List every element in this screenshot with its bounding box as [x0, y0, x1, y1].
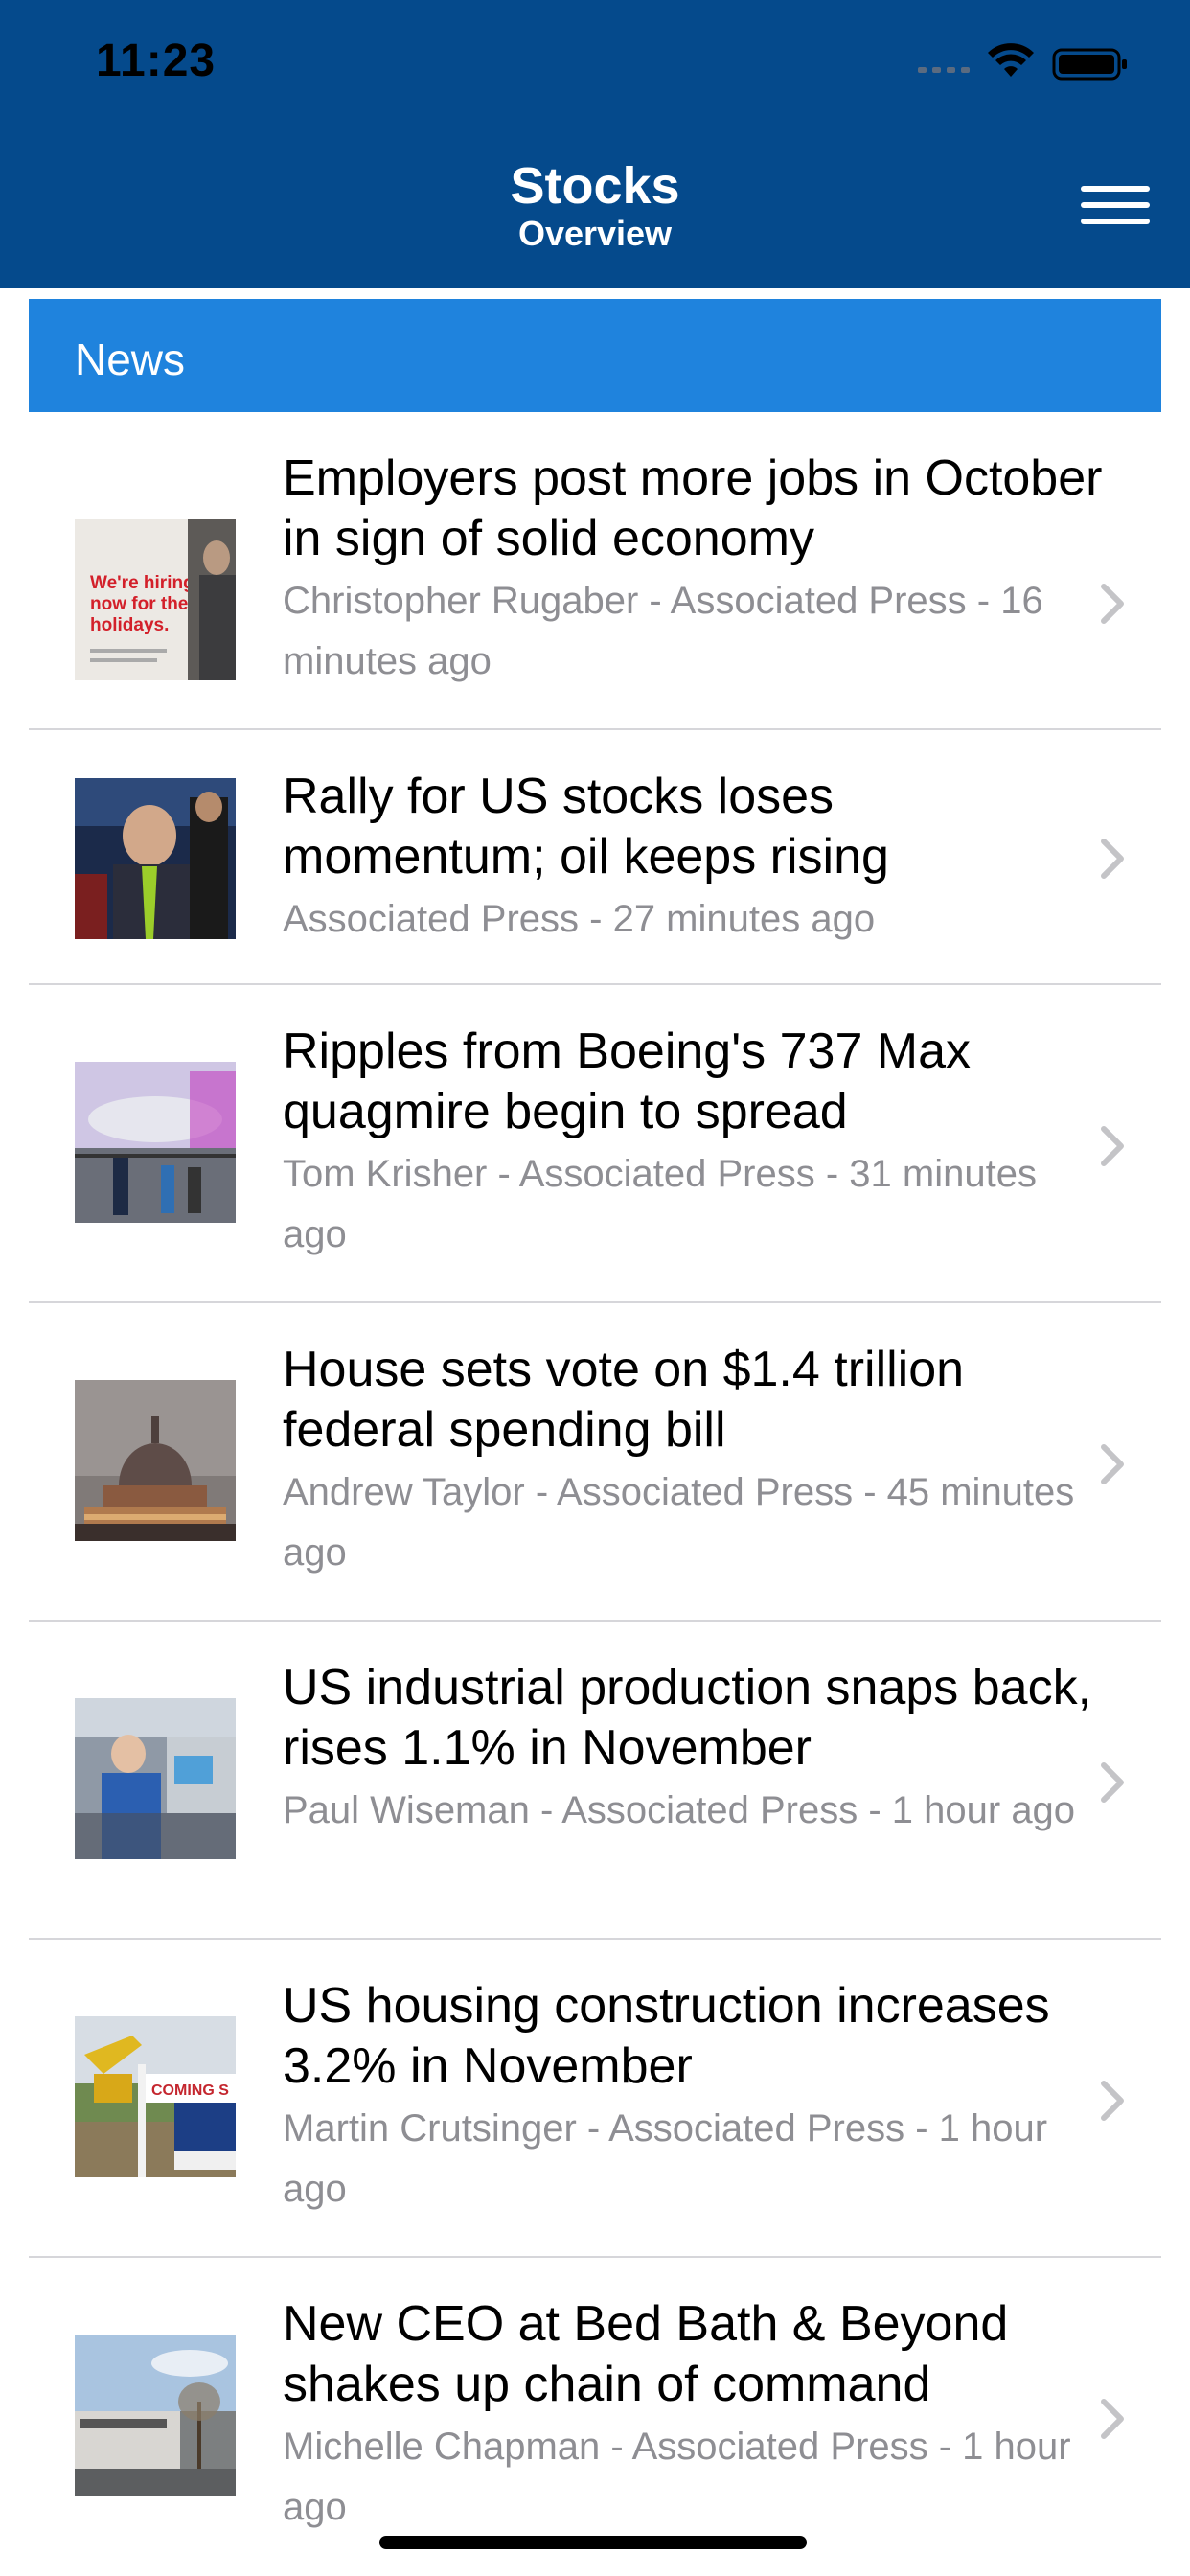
news-headline: Rally for US stocks loses momentum; oil … [283, 769, 889, 885]
news-item[interactable]: COMING S US housing construction increas… [29, 1940, 1161, 2258]
news-meta: Associated Press - 27 minutes ago [283, 898, 876, 940]
svg-text:now for the: now for the [90, 594, 188, 614]
capitol-dome-photo [75, 1380, 236, 1541]
news-section-header: News [29, 299, 1161, 412]
home-indicator[interactable] [379, 2536, 807, 2549]
news-meta: Christopher Rugaber - Associated Press -… [283, 580, 1043, 682]
news-item[interactable]: US industrial production snaps back, ris… [29, 1622, 1161, 1940]
chevron-right-icon [1101, 2081, 1124, 2121]
news-headline: New CEO at Bed Bath & Beyond shakes up c… [283, 2296, 1009, 2412]
news-text: Employers post more jobs in October in s… [283, 448, 1107, 692]
news-text: House sets vote on $1.4 trillion federal… [283, 1340, 1107, 1583]
hamburger-menu-icon[interactable] [1081, 180, 1156, 230]
hiring-sign-photo: We're hiring now for the holidays. [75, 519, 236, 680]
svg-text:COMING S: COMING S [151, 2082, 229, 2099]
chevron-right-icon [1101, 584, 1124, 624]
chevron-right-icon [1101, 839, 1124, 879]
news-headline: Ripples from Boeing's 737 Max quagmire b… [283, 1024, 972, 1139]
news-item[interactable]: Ripples from Boeing's 737 Max quagmire b… [29, 985, 1161, 1303]
news-text: New CEO at Bed Bath & Beyond shakes up c… [283, 2294, 1107, 2538]
battery-icon [1052, 48, 1127, 80]
news-text: Ripples from Boeing's 737 Max quagmire b… [283, 1022, 1107, 1265]
news-headline: US housing construction increases 3.2% i… [283, 1978, 1050, 2094]
chevron-right-icon [1101, 1126, 1124, 1166]
cellular-signal-icon [918, 67, 970, 73]
store-front-photo [75, 2334, 236, 2496]
construction-site-photo: COMING S [75, 2016, 236, 2177]
news-text: US industrial production snaps back, ris… [283, 1658, 1107, 1841]
svg-text:holidays.: holidays. [90, 615, 169, 635]
chevron-right-icon [1101, 1762, 1124, 1803]
status-time: 11:23 [96, 35, 217, 86]
page-title: Stocks [510, 157, 680, 215]
news-meta: Paul Wiseman - Associated Press - 1 hour… [283, 1789, 1076, 1831]
news-item[interactable]: Rally for US stocks loses momentum; oil … [29, 730, 1161, 985]
news-list: We're hiring now for the holidays. Emplo… [29, 412, 1161, 2576]
news-meta: Tom Krisher - Associated Press - 31 minu… [283, 1153, 1037, 1255]
news-meta: Martin Crutsinger - Associated Press - 1… [283, 2107, 1048, 2210]
section-title: News [75, 334, 186, 384]
chevron-right-icon [1101, 2399, 1124, 2439]
news-text: US housing construction increases 3.2% i… [283, 1976, 1107, 2220]
factory-worker-photo [75, 1698, 236, 1859]
news-item[interactable]: House sets vote on $1.4 trillion federal… [29, 1303, 1161, 1622]
page-subtitle: Overview [517, 214, 673, 253]
news-item[interactable]: We're hiring now for the holidays. Emplo… [29, 412, 1161, 730]
chevron-right-icon [1101, 1444, 1124, 1484]
stock-trader-photo [75, 778, 236, 939]
title-block: Stocks Overview [0, 157, 1190, 253]
news-headline: Employers post more jobs in October in s… [283, 450, 1103, 566]
navigation-header: 11:23 Stocks Overview [0, 0, 1190, 288]
news-text: Rally for US stocks loses momentum; oil … [283, 767, 1107, 950]
news-meta: Andrew Taylor - Associated Press - 45 mi… [283, 1471, 1075, 1574]
boeing-hangar-photo [75, 1062, 236, 1223]
news-meta: Michelle Chapman - Associated Press - 1 … [283, 2426, 1071, 2528]
news-headline: US industrial production snaps back, ris… [283, 1660, 1092, 1776]
wifi-icon [988, 43, 1034, 77]
svg-text:We're hiring: We're hiring [90, 573, 195, 593]
news-headline: House sets vote on $1.4 trillion federal… [283, 1342, 965, 1458]
news-item[interactable]: New CEO at Bed Bath & Beyond shakes up c… [29, 2258, 1161, 2576]
